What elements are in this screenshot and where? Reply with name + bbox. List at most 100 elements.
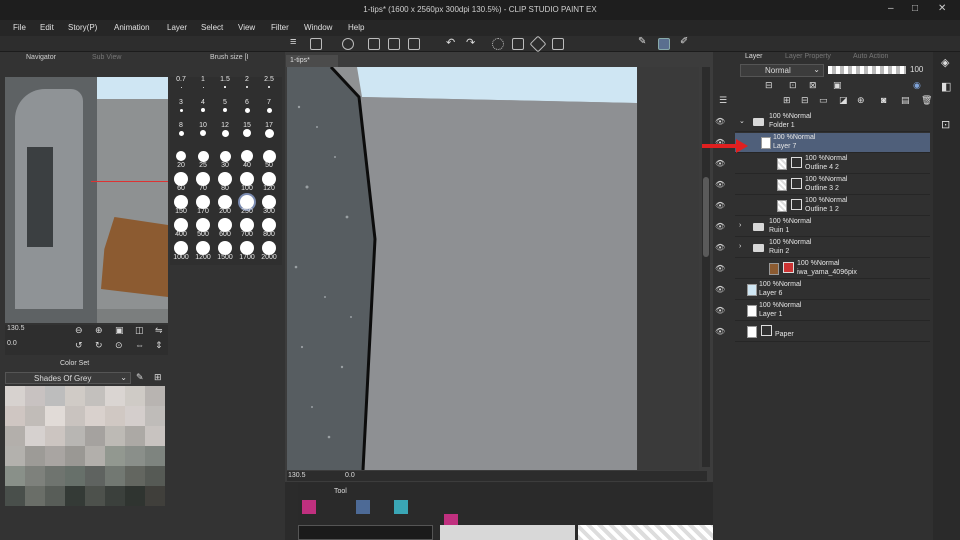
add-color-icon[interactable]: ⊞ <box>154 372 162 383</box>
brush-size-dot[interactable] <box>179 108 183 112</box>
brush-size-label[interactable]: 0.7 <box>170 76 192 83</box>
layer-row[interactable] <box>735 112 930 132</box>
layers-icon[interactable]: ◈ <box>941 56 949 69</box>
vertical-scrollbar[interactable] <box>702 67 710 467</box>
brush-size-dot[interactable] <box>218 195 232 209</box>
menu-view[interactable]: View <box>238 23 255 32</box>
layer-name[interactable]: Outline 4 2 <box>805 164 839 171</box>
zoom-in-icon[interactable]: ⊕ <box>95 325 103 336</box>
layer-name[interactable]: Paper <box>775 331 794 338</box>
clear-icon[interactable] <box>512 38 524 50</box>
brush-size-label[interactable]: 1000 <box>170 254 192 261</box>
brush-size-dot[interactable] <box>262 241 276 255</box>
brush-size-dot[interactable] <box>243 129 251 137</box>
brush-size-dot[interactable] <box>174 241 188 255</box>
brush-size-label[interactable]: 1.5 <box>214 76 236 83</box>
brush-size-dot[interactable] <box>176 151 186 161</box>
color-swatch[interactable] <box>85 486 105 506</box>
eye-icon[interactable]: 👁 <box>715 327 727 336</box>
navigator-preview[interactable] <box>5 77 168 323</box>
open-icon[interactable] <box>388 38 400 50</box>
brush-size-label[interactable]: 170 <box>192 208 214 215</box>
brush-size-label[interactable]: 8 <box>170 122 192 129</box>
menu-file[interactable]: File <box>13 23 26 32</box>
tab-document[interactable]: 1-tips* <box>286 55 338 67</box>
color-swatch[interactable] <box>125 466 145 486</box>
new-mask-icon[interactable]: ◪ <box>839 95 848 106</box>
layer-name[interactable]: Ruin 2 <box>769 248 789 255</box>
brush-size-dot[interactable] <box>219 150 231 162</box>
hamburger-icon[interactable]: ≡ <box>290 36 302 48</box>
layer-menu-icon[interactable]: ☰ <box>719 95 727 106</box>
color-swatch[interactable] <box>65 386 85 406</box>
layer-color-icon[interactable]: ◉ <box>913 80 921 91</box>
color-swatch[interactable] <box>85 406 105 426</box>
tab-brush-size[interactable]: Brush size [I <box>210 54 249 66</box>
brush-size-label[interactable]: 1500 <box>214 254 236 261</box>
rotation-value[interactable]: 0.0 <box>7 340 17 347</box>
brush-size-label[interactable]: 20 <box>170 162 192 169</box>
menu-help[interactable]: Help <box>348 23 364 32</box>
color-swatch[interactable] <box>5 446 25 466</box>
minimize-icon[interactable]: – <box>888 3 894 14</box>
color-swatch[interactable] <box>105 446 125 466</box>
brush-size-label[interactable]: 200 <box>214 208 236 215</box>
color-swatch[interactable] <box>85 466 105 486</box>
brush-size-label[interactable]: 3 <box>170 99 192 106</box>
menu-layer[interactable]: Layer <box>167 23 187 32</box>
brush-size-label[interactable]: 2000 <box>258 254 280 261</box>
brush-size-label[interactable]: 400 <box>170 231 192 238</box>
save-icon[interactable] <box>408 38 420 50</box>
color-swatch[interactable] <box>125 486 145 506</box>
ruler-icon[interactable] <box>658 38 670 50</box>
opacity-slider[interactable] <box>828 66 906 74</box>
brush-size-dot[interactable] <box>224 86 226 88</box>
select-icon[interactable] <box>368 38 380 50</box>
color-swatch[interactable] <box>45 406 65 426</box>
apply-mask-icon[interactable]: ◙ <box>881 95 886 105</box>
brush-size-dot[interactable] <box>221 129 229 137</box>
reset-rotation-icon[interactable]: ⊙ <box>115 340 123 351</box>
brush-size-label[interactable]: 100 <box>236 185 258 192</box>
color-swatch[interactable] <box>45 486 65 506</box>
color-swatch[interactable] <box>25 426 45 446</box>
brush-size-label[interactable]: 2 <box>236 76 258 83</box>
brush-size-dot[interactable] <box>200 130 206 136</box>
tool-decoration-icon[interactable] <box>302 500 316 514</box>
lock-icon[interactable]: ⊡ <box>789 80 797 91</box>
maximize-icon[interactable]: □ <box>912 3 918 14</box>
eye-icon[interactable]: 👁 <box>715 285 727 294</box>
brush-size-label[interactable]: 7 <box>258 99 280 106</box>
new-folder-icon[interactable]: ▭ <box>819 95 828 106</box>
color-swatch[interactable] <box>65 426 85 446</box>
rotate-right-icon[interactable]: ↻ <box>95 340 103 351</box>
color-swatch[interactable] <box>25 446 45 466</box>
canvas[interactable] <box>287 67 637 470</box>
color-swatch[interactable] <box>105 406 125 426</box>
tool-preview-3[interactable] <box>578 525 713 540</box>
menu-filter[interactable]: Filter <box>271 23 289 32</box>
copy-layer-icon[interactable]: ▤ <box>901 95 910 106</box>
clip-icon[interactable]: ⊟ <box>765 80 773 91</box>
color-swatch[interactable] <box>45 386 65 406</box>
color-swatch[interactable] <box>125 426 145 446</box>
brush-size-label[interactable]: 150 <box>170 208 192 215</box>
brush-size-label[interactable]: 25 <box>192 162 214 169</box>
brush-size-dot[interactable] <box>240 218 254 232</box>
menu-animation[interactable]: Animation <box>114 23 150 32</box>
brush-size-dot[interactable] <box>196 195 210 209</box>
brush-size-label[interactable]: 50 <box>258 162 280 169</box>
close-icon[interactable]: ✕ <box>938 3 946 14</box>
new-icon[interactable] <box>310 38 322 50</box>
brush-size-dot[interactable] <box>246 86 248 88</box>
color-swatch[interactable] <box>125 386 145 406</box>
brush-size-label[interactable]: 10 <box>192 122 214 129</box>
delete-layer-icon[interactable]: 🗑 <box>921 95 932 106</box>
palette-select[interactable]: Shades Of Grey ⌄ <box>5 372 131 384</box>
brush-size-label[interactable]: 800 <box>258 231 280 238</box>
chevron-icon[interactable]: › <box>739 243 741 250</box>
flip-v-icon[interactable]: ⇕ <box>155 340 163 351</box>
lasso-icon[interactable] <box>492 38 504 50</box>
color-swatch[interactable] <box>5 406 25 426</box>
brush-size-dot[interactable] <box>262 149 276 163</box>
